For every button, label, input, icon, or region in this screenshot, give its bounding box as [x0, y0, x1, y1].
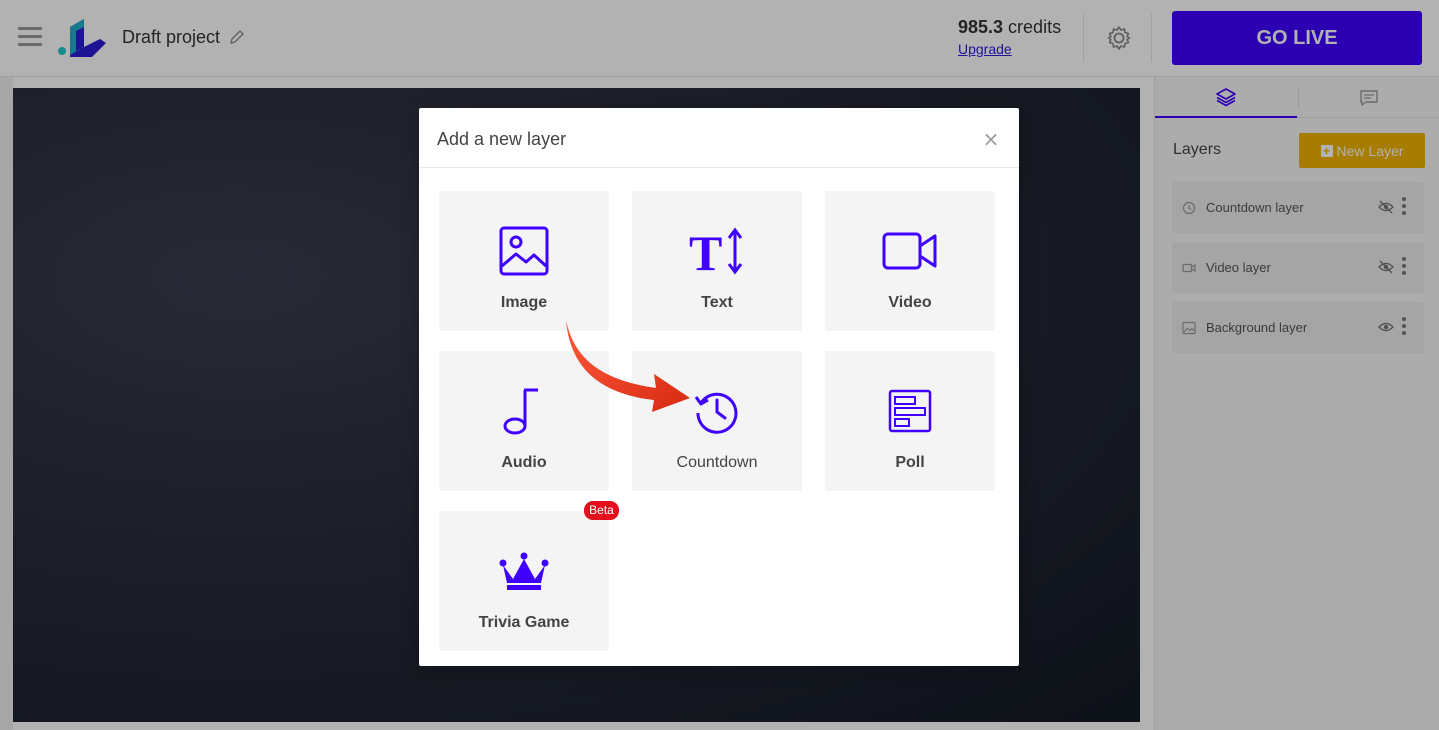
- tile-label: Countdown: [676, 454, 758, 471]
- tile-label: Text: [701, 294, 733, 311]
- music-note-icon: [496, 383, 552, 439]
- tile-label: Video: [888, 294, 932, 311]
- tile-label: Audio: [501, 454, 547, 471]
- add-layer-modal: Add a new layer × Image T Text Video Aud…: [419, 108, 1019, 666]
- image-icon: [496, 223, 552, 279]
- tile-trivia-game[interactable]: Trivia Game: [439, 511, 609, 651]
- red-curved-arrow-icon: [566, 320, 690, 412]
- modal-header: Add a new layer ×: [419, 108, 1019, 168]
- close-icon[interactable]: ×: [982, 129, 1000, 149]
- tile-image[interactable]: Image: [439, 191, 609, 331]
- tile-label: Poll: [895, 454, 925, 471]
- video-camera-icon: [882, 223, 938, 279]
- tile-poll[interactable]: Poll: [825, 351, 995, 491]
- text-size-icon: T: [689, 223, 745, 279]
- tile-video[interactable]: Video: [825, 191, 995, 331]
- modal-title: Add a new layer: [437, 129, 567, 149]
- tile-label: Trivia Game: [478, 614, 570, 631]
- svg-text:T: T: [689, 226, 722, 276]
- crown-icon: [496, 543, 552, 599]
- poll-icon: [882, 383, 938, 439]
- tile-label: Image: [500, 294, 548, 311]
- beta-badge: Beta: [584, 501, 619, 520]
- tile-text[interactable]: T Text: [632, 191, 802, 331]
